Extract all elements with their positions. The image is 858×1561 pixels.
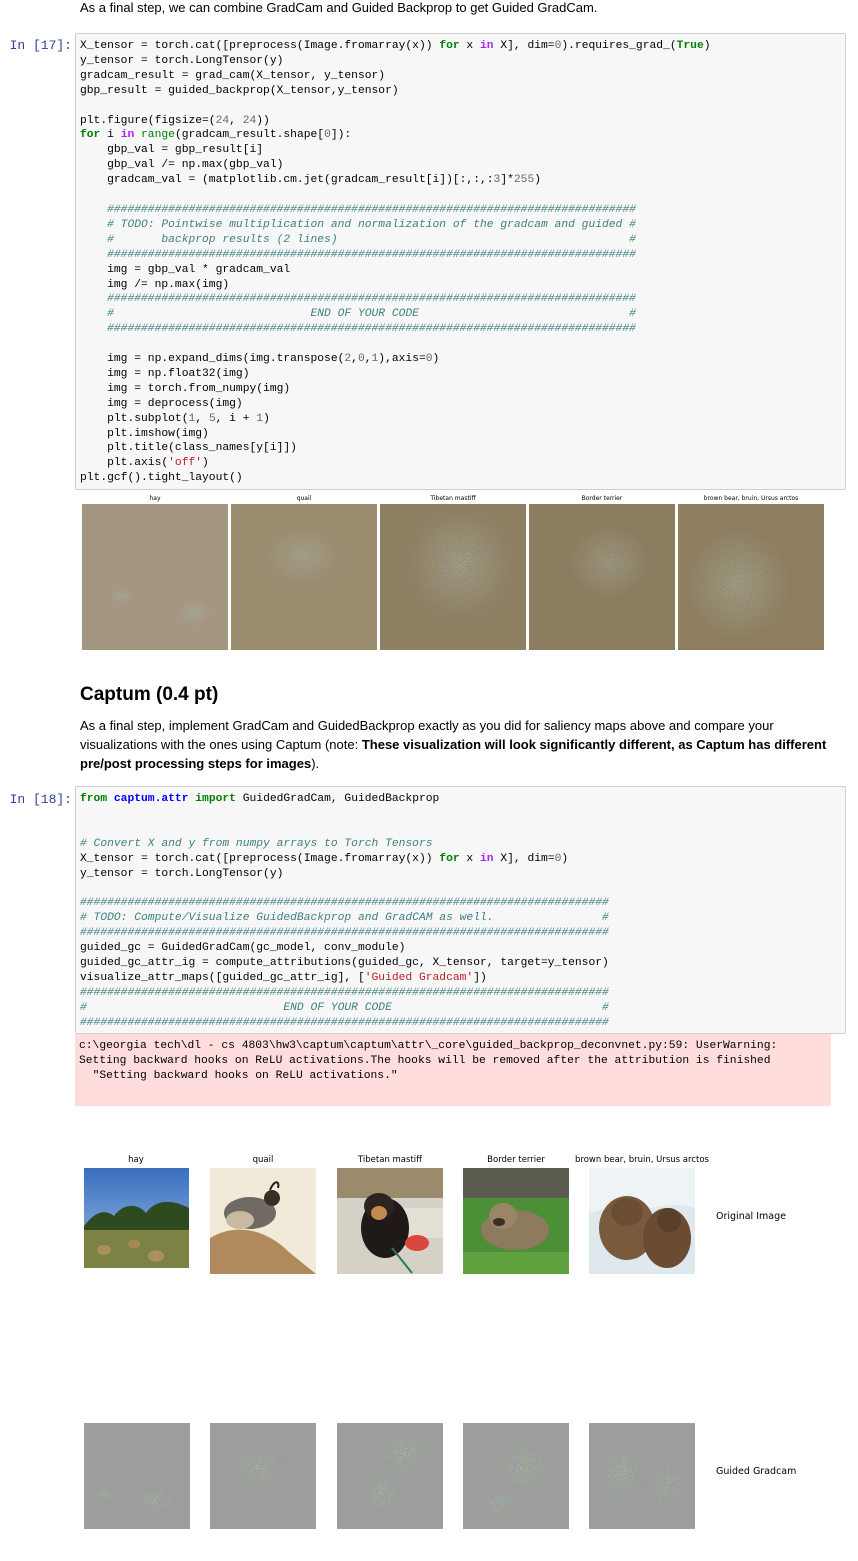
row-label-guided-gradcam: Guided Gradcam [716,1466,797,1477]
original-image-hay [84,1168,189,1268]
code-editor-18[interactable]: from captum.attr import GuidedGradCam, G… [76,787,845,1036]
plot-title-quail: quail [296,495,312,502]
captum-title-brown-bear: brown bear, bruin, Ursus arctos [575,1155,709,1165]
plot-tibetan-mastiff [380,504,526,650]
plot-hay [82,504,228,650]
original-image-quail [210,1168,316,1274]
intro-text: As a final step, we can combine GradCam … [80,0,598,15]
guided-gradcam-output-figure [82,504,824,650]
guided-gradcam-quail [210,1423,316,1529]
original-image-border-terrier [463,1168,569,1274]
guided-gradcam-border-terrier [463,1423,569,1529]
guided-gradcam-tibetan-mastiff [337,1423,443,1529]
plot-title-hay: hay [149,495,161,502]
original-image-brown-bear [589,1168,695,1274]
guided-gradcam-row [84,1423,695,1529]
plot-border-terrier [529,504,675,650]
plot-quail [231,504,377,650]
captum-title-hay: hay [128,1155,144,1165]
original-image-tibetan-mastiff [337,1168,443,1274]
cell-prompt-17: In [17]: [9,38,72,53]
guided-gradcam-hay [84,1423,190,1529]
plot-brown-bear [678,504,824,650]
plot-title-border-terrier: Border terrier [581,495,623,502]
stderr-warning: c:\georgia tech\dl - cs 4803\hw3\captum\… [75,1034,831,1106]
code-cell-18[interactable]: from captum.attr import GuidedGradCam, G… [75,786,846,1034]
section-heading-captum: Captum (0.4 pt) [80,684,219,705]
plot-title-tibetan-mastiff: Tibetan mastiff [430,495,476,502]
plot-title-brown-bear: brown bear, bruin, Ursus arctos [703,495,799,502]
captum-title-quail: quail [252,1155,274,1165]
cell-prompt-18: In [18]: [9,792,72,807]
original-images-row [84,1168,695,1274]
code-editor-17[interactable]: X_tensor = torch.cat([preprocess(Image.f… [76,34,845,491]
captum-title-tibetan-mastiff: Tibetan mastiff [357,1155,422,1165]
captum-title-border-terrier: Border terrier [487,1155,545,1165]
row-label-original: Original Image [716,1211,786,1222]
captum-description: As a final step, implement GradCam and G… [80,716,840,773]
captum-desc-end: ). [311,756,320,771]
guided-gradcam-brown-bear [589,1423,695,1529]
code-cell-17[interactable]: X_tensor = torch.cat([preprocess(Image.f… [75,33,846,490]
